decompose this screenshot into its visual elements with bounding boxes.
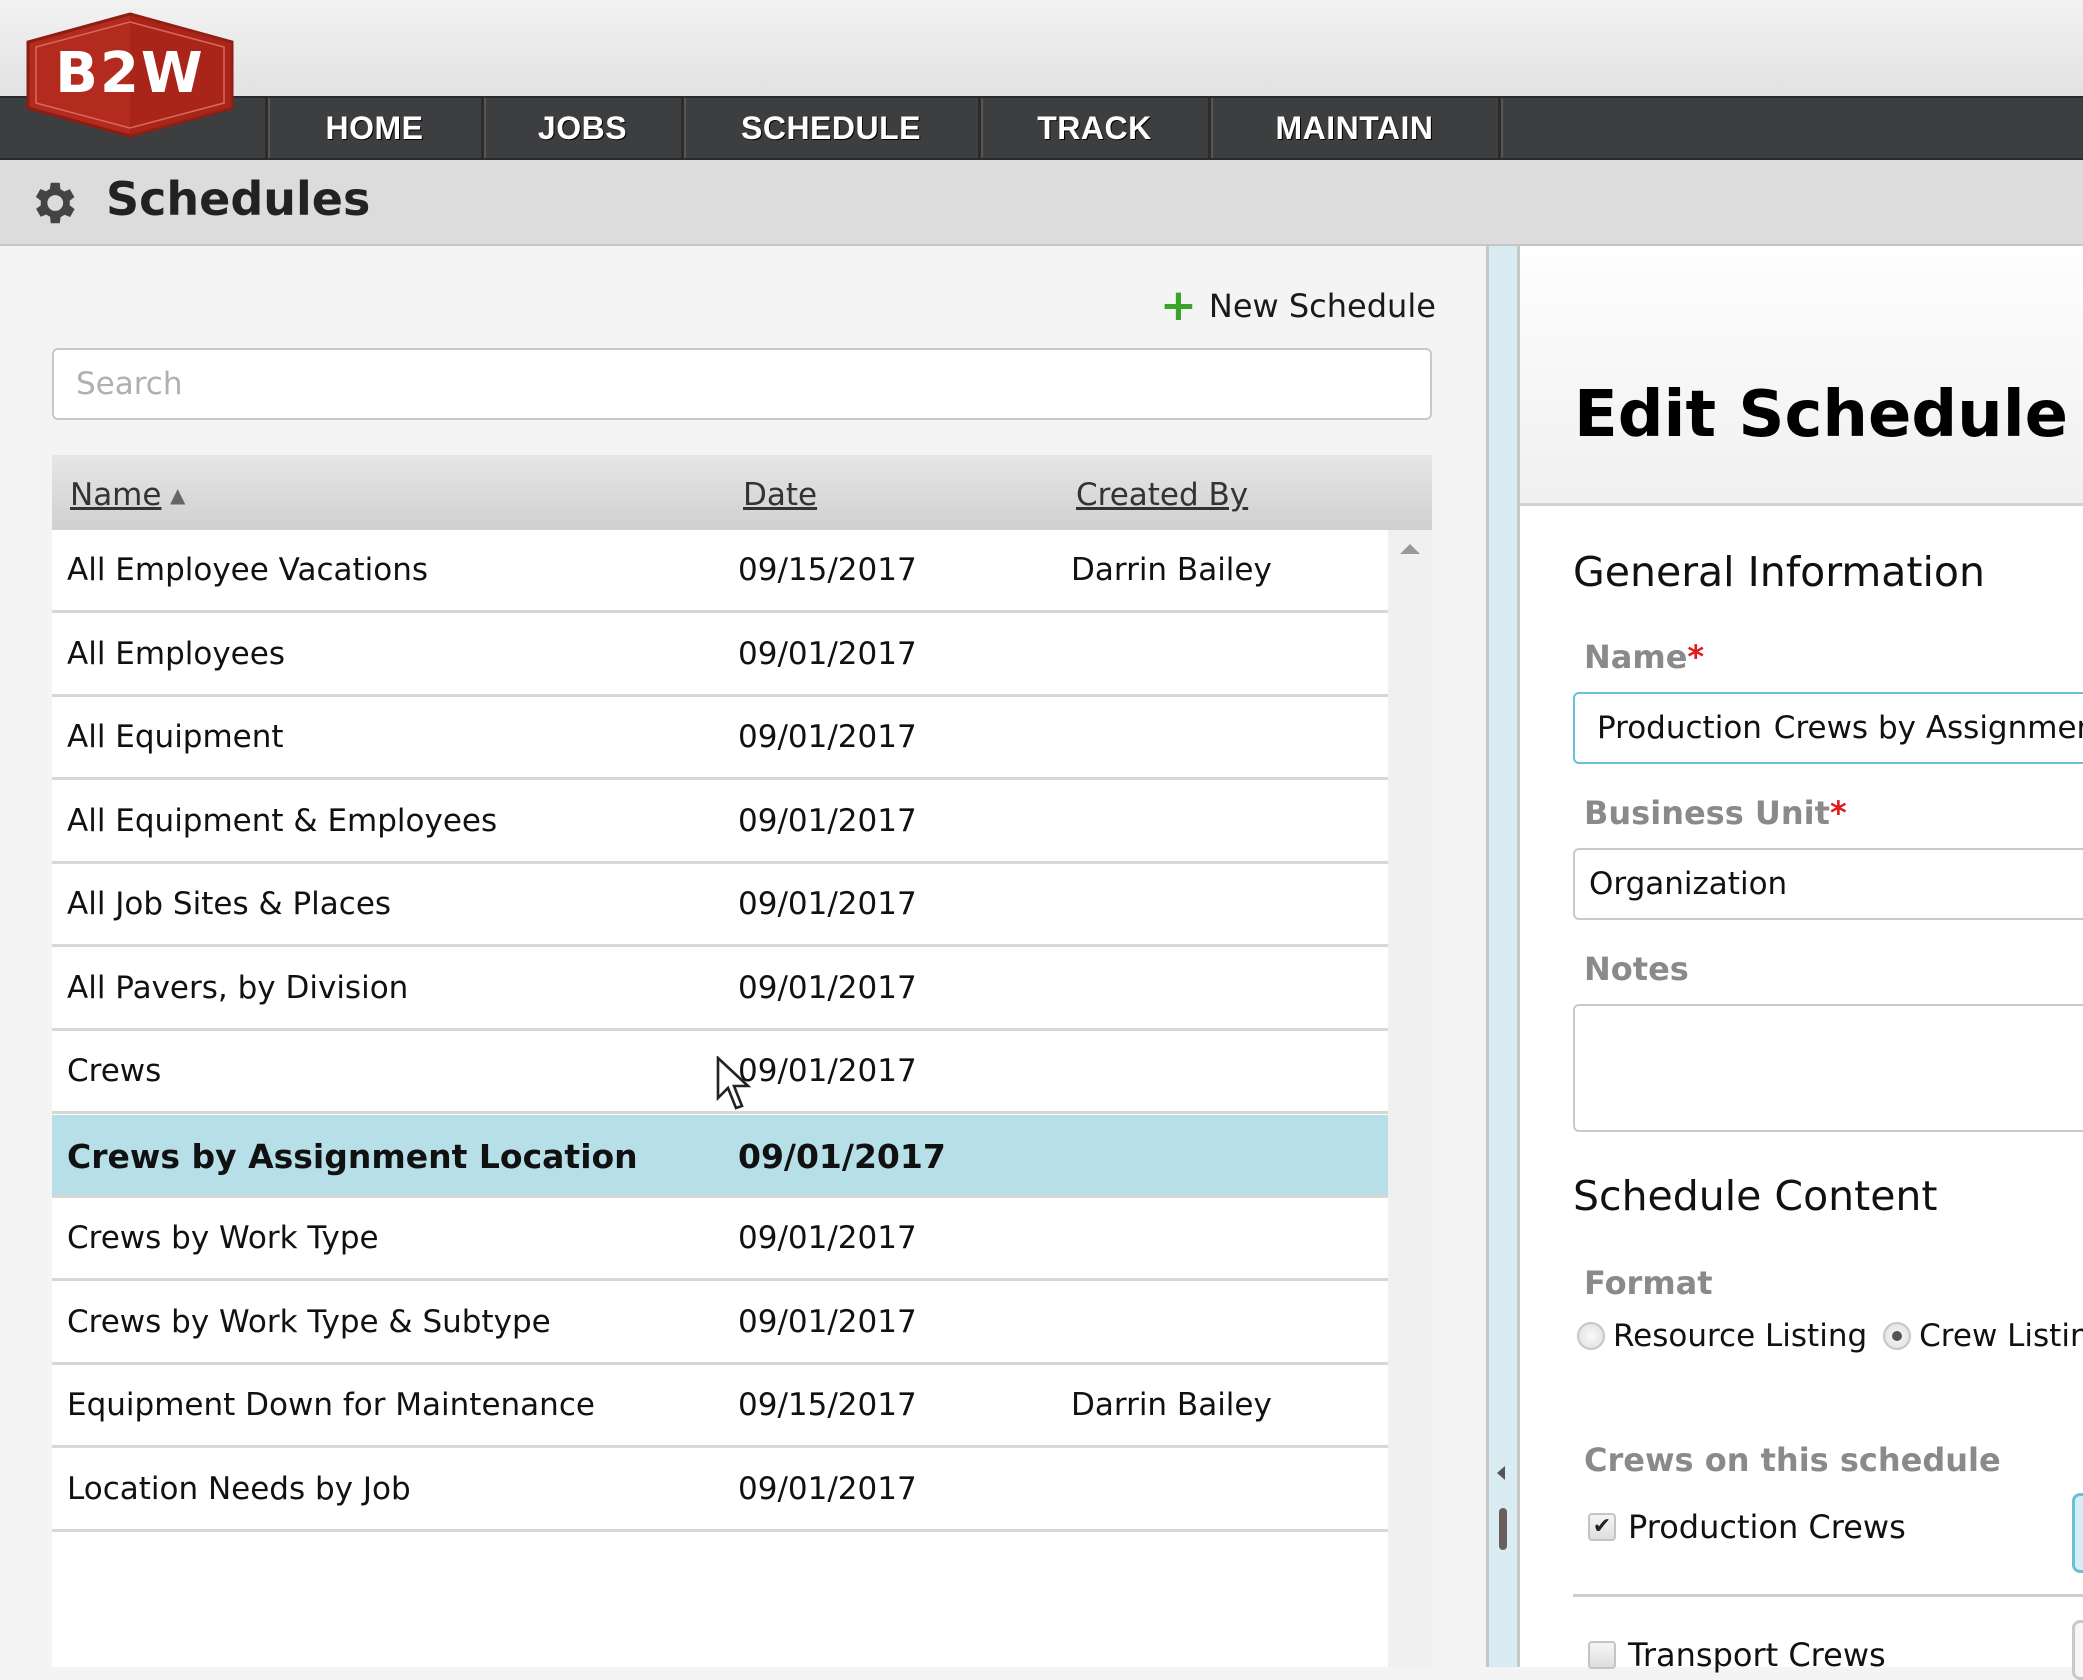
schedule-date-cell: 09/01/2017 — [738, 1053, 917, 1089]
schedule-name-cell: All Job Sites & Places — [67, 886, 392, 922]
schedule-date-cell: 09/01/2017 — [738, 1303, 917, 1340]
splitter-drag-handle[interactable] — [1499, 1508, 1507, 1550]
column-header-name[interactable]: Name — [70, 477, 161, 513]
schedule-name-cell: Crews by Work Type — [67, 1220, 379, 1256]
created-by-cell: Darrin Bailey — [1071, 552, 1272, 588]
table-row[interactable]: All Equipment & Employees 09/01/2017 — [52, 781, 1388, 864]
transport-crews-label[interactable]: Transport Crews — [1628, 1636, 1886, 1674]
gear-icon — [35, 182, 75, 224]
name-input-text-after: Crews by Assignment — [1773, 710, 2083, 746]
schedule-date-cell: 09/01/2017 — [738, 886, 917, 922]
schedule-name-cell: Crews by Assignment Location — [67, 1136, 638, 1176]
resource-listing-label[interactable]: Resource Listing — [1613, 1318, 1867, 1354]
schedule-name-cell: All Employee Vacations — [67, 552, 429, 588]
format-radio-group: Resource Listing Crew Listing — [1577, 1318, 2083, 1354]
transport-crews-action-button[interactable] — [2072, 1620, 2083, 1680]
schedule-date-cell: 09/01/2017 — [738, 1136, 946, 1176]
schedule-date-cell: 09/01/2017 — [738, 1470, 917, 1507]
nav-maintain[interactable]: MAINTAIN — [1208, 98, 1498, 158]
top-bar — [0, 0, 2083, 96]
business-unit-value: Organization — [1589, 866, 1788, 902]
schedule-name-cell: All Equipment & Employees — [67, 802, 498, 839]
transport-crews-option: Transport Crews — [1588, 1636, 1886, 1674]
table-row[interactable]: All Employee Vacations 09/15/2017 Darrin B… — [52, 530, 1388, 613]
schedule-date-cell: 09/15/2017 — [738, 552, 917, 588]
required-marker: * — [1687, 638, 1705, 676]
collapse-left-icon[interactable] — [1497, 1466, 1505, 1480]
name-label-text: Name — [1584, 638, 1688, 676]
schedule-date-cell: 09/01/2017 — [738, 635, 917, 672]
schedule-date-cell: 09/15/2017 — [738, 1387, 917, 1423]
crews-on-schedule-label: Crews on this schedule — [1584, 1441, 2001, 1479]
table-row[interactable]: Equipment Down for Maintenance 09/15/2017… — [52, 1365, 1388, 1448]
panel-splitter[interactable] — [1486, 246, 1520, 1667]
new-schedule-button[interactable]: + New Schedule — [1160, 284, 1436, 328]
schedule-date-cell: 09/01/2017 — [738, 969, 917, 1006]
name-label: Name* — [1584, 638, 1704, 676]
page-title: Schedules — [106, 172, 371, 226]
edit-schedule-title: Edit Schedule — [1574, 378, 2069, 452]
schedule-name-cell: All Pavers, by Division — [67, 969, 409, 1006]
main-nav: HOME JOBS SCHEDULE TRACK MAINTAIN — [0, 96, 2083, 160]
production-crews-option: ✔ Production Crews — [1588, 1508, 1906, 1546]
production-crews-label[interactable]: Production Crews — [1628, 1508, 1906, 1546]
crew-listing-label[interactable]: Crew Listing — [1919, 1318, 2083, 1354]
schedule-date-cell: 09/01/2017 — [738, 1220, 917, 1256]
sort-ascending-icon: ▲ — [170, 483, 186, 507]
new-schedule-label: New Schedule — [1208, 287, 1436, 325]
schedule-content-heading: Schedule Content — [1573, 1172, 1938, 1220]
name-input-text-before: Production — [1597, 710, 1772, 746]
notes-label: Notes — [1584, 950, 1689, 988]
required-marker: * — [1829, 794, 1847, 832]
crew-listing-radio[interactable] — [1883, 1322, 1912, 1350]
general-information-heading: General Information — [1573, 548, 1985, 596]
b2w-logo[interactable]: B2W — [22, 12, 238, 138]
table-row[interactable]: All Equipment 09/01/2017 — [52, 697, 1388, 780]
resource-listing-radio[interactable] — [1577, 1322, 1605, 1350]
table-row[interactable]: All Pavers, by Division 09/01/2017 — [52, 948, 1388, 1031]
schedule-name-cell: All Employees — [67, 635, 285, 672]
table-row[interactable]: All Job Sites & Places 09/01/2017 — [52, 864, 1388, 947]
schedule-date-cell: 09/01/2017 — [738, 719, 917, 755]
schedule-name-cell: Crews — [67, 1053, 162, 1089]
scroll-up-arrow-icon[interactable] — [1400, 544, 1420, 554]
transport-crews-checkbox[interactable] — [1588, 1641, 1616, 1669]
schedule-name-cell: All Equipment — [67, 719, 284, 755]
nav-track[interactable]: TRACK — [978, 98, 1208, 158]
nav-home[interactable]: HOME — [265, 98, 481, 158]
crew-separator — [1573, 1594, 2083, 1597]
plus-icon: + — [1160, 280, 1197, 331]
format-label: Format — [1584, 1264, 1713, 1302]
business-unit-select[interactable]: Organization — [1573, 848, 2083, 920]
logo-text: B2W — [55, 41, 204, 106]
created-by-cell: Darrin Bailey — [1071, 1387, 1272, 1423]
production-crews-action-button[interactable] — [2072, 1493, 2083, 1573]
schedule-name-cell: Equipment Down for Maintenance — [67, 1387, 595, 1423]
production-crews-checkbox[interactable]: ✔ — [1588, 1513, 1616, 1541]
column-header-date[interactable]: Date — [743, 477, 817, 513]
table-row[interactable]: Crews by Assignment Location 09/01/2017 — [52, 1114, 1388, 1198]
column-header-created-by[interactable]: Created By — [1076, 477, 1248, 513]
schedule-name-cell: Crews by Work Type & Subtype — [67, 1303, 551, 1340]
mouse-pointer-icon — [716, 1056, 752, 1110]
nav-jobs[interactable]: JOBS — [481, 98, 681, 158]
notes-textarea[interactable] — [1573, 1004, 2083, 1132]
name-input[interactable]: Production Crews by Assignment — [1573, 692, 2083, 764]
search-input[interactable] — [52, 348, 1432, 420]
table-header: Name ▲ Date Created By — [52, 455, 1432, 530]
table-row[interactable]: All Employees 09/01/2017 — [52, 614, 1388, 697]
nav-schedule[interactable]: SCHEDULE — [681, 98, 978, 158]
schedule-date-cell: 09/01/2017 — [738, 802, 917, 839]
nav-divider — [1498, 98, 1508, 158]
schedule-name-cell: Location Needs by Job — [67, 1470, 411, 1507]
business-unit-label-text: Business Unit — [1584, 794, 1830, 832]
list-scrollbar[interactable] — [1388, 530, 1432, 1667]
business-unit-label: Business Unit* — [1584, 794, 1847, 832]
table-row[interactable]: Crews by Work Type & Subtype 09/01/2017 — [52, 1282, 1388, 1365]
table-row[interactable]: Crews by Work Type 09/01/2017 — [52, 1198, 1388, 1281]
table-row[interactable]: Location Needs by Job 09/01/2017 — [52, 1449, 1388, 1532]
edit-panel-header — [1520, 246, 2083, 506]
